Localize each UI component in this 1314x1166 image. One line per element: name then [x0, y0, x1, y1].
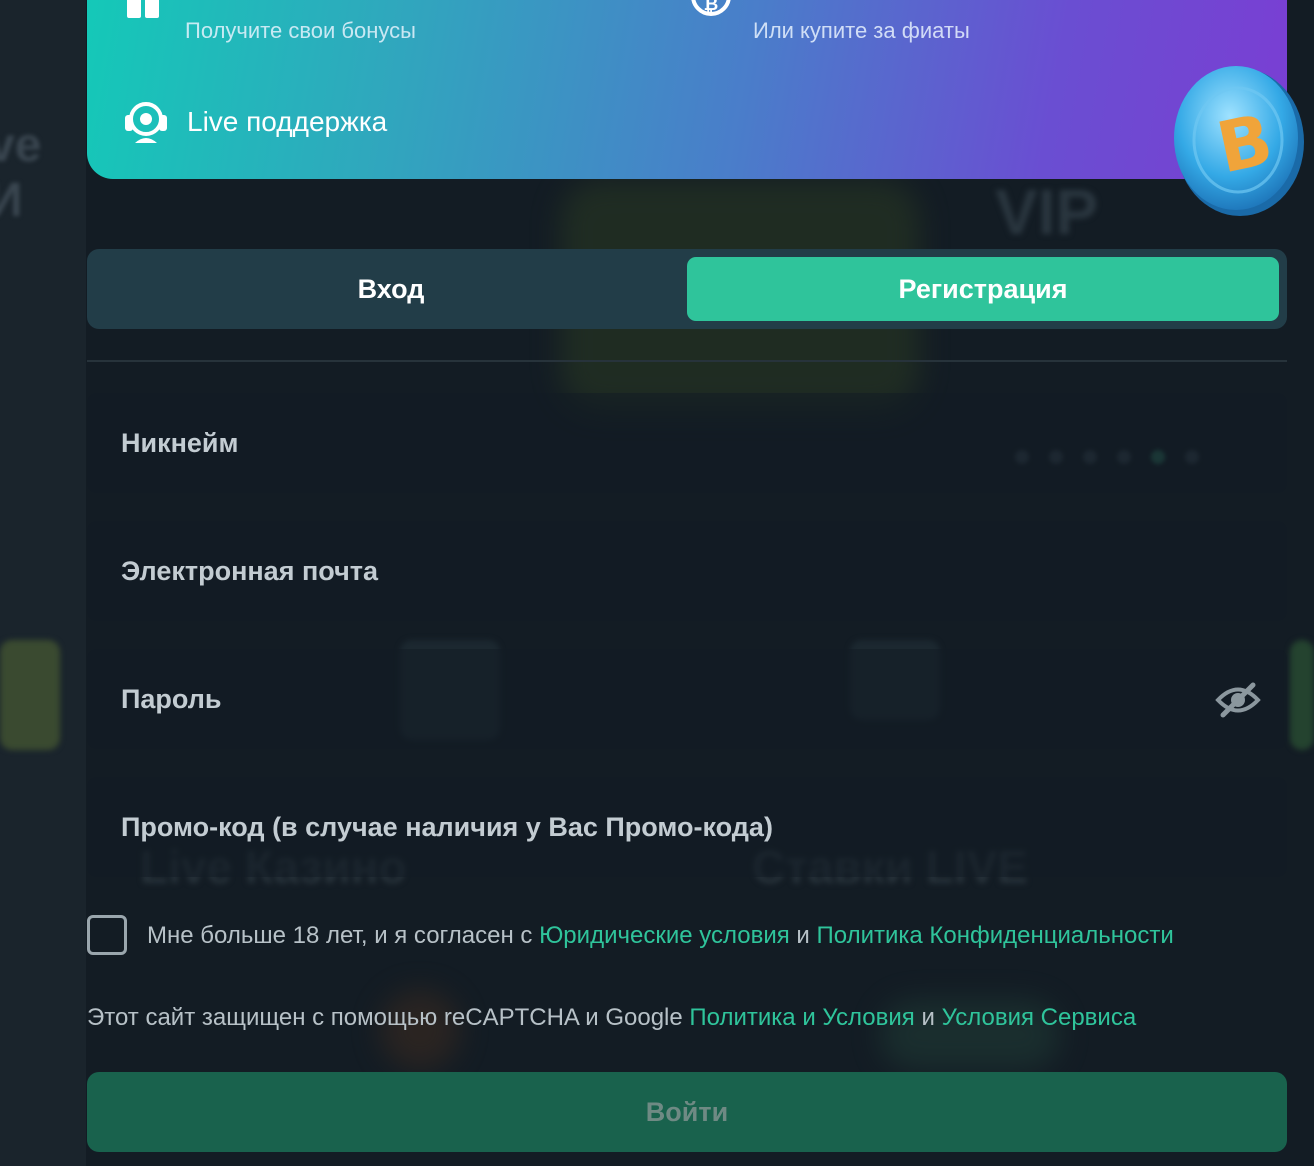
submit-button[interactable]: Войти — [87, 1072, 1287, 1152]
password-field[interactable]: Пароль — [87, 649, 1287, 749]
background-sidebar: ve И — [0, 0, 86, 1166]
headset-icon — [125, 102, 167, 143]
eye-slash-icon[interactable] — [1215, 681, 1261, 719]
privacy-policy-link[interactable]: Политика Конфиденциальности — [817, 922, 1174, 949]
bitcoin-exchange-icon: ₿ — [691, 0, 731, 16]
legal-terms-link[interactable]: Юридические условия — [539, 922, 790, 949]
background-game-card — [1290, 640, 1314, 750]
gift-icon — [127, 0, 159, 18]
age-terms-checkbox[interactable] — [87, 915, 127, 955]
agreement-text: Мне больше 18 лет, и я согласен с Юридич… — [147, 922, 1174, 950]
email-field[interactable]: Электронная почта — [87, 521, 1287, 621]
auth-tabs: Вход Регистрация — [87, 249, 1287, 329]
bitcoin-coin-icon: B — [1174, 66, 1304, 216]
background-game-card — [0, 640, 60, 750]
promo-banner: Получите свои бонусы ₿ Или купите за фиа… — [87, 0, 1287, 179]
recaptcha-notice: Этот сайт защищен с помощью reCAPTCHA и … — [87, 1004, 1136, 1032]
promo-code-field[interactable]: Промо-код (в случае наличия у Вас Промо-… — [87, 777, 1287, 877]
recaptcha-and: и — [914, 1004, 942, 1031]
background-sidebar-text: ve И — [0, 119, 42, 227]
banner-fiat-subtitle: Или купите за фиаты — [753, 18, 970, 43]
live-support-label: Live поддержка — [187, 106, 388, 137]
email-label: Электронная почта — [121, 555, 379, 586]
tab-register[interactable]: Регистрация — [687, 257, 1279, 321]
nickname-label: Никнейм — [121, 427, 239, 458]
svg-text:₿: ₿ — [704, 0, 719, 15]
live-support-row[interactable]: Live поддержка — [123, 97, 387, 147]
banner-bonus-subtitle: Получите свои бонусы — [185, 18, 416, 43]
recaptcha-text: Этот сайт защищен с помощью reCAPTCHA и … — [87, 1004, 690, 1031]
google-terms-link[interactable]: Условия Сервиса — [942, 1004, 1137, 1031]
tab-login[interactable]: Вход — [95, 257, 687, 321]
agreement-and: и — [789, 922, 817, 949]
promo-code-label: Промо-код (в случае наличия у Вас Промо-… — [121, 811, 773, 842]
divider — [87, 360, 1287, 362]
agreement-text-start: Мне больше 18 лет, и я согласен с — [147, 922, 540, 949]
background-vip-text: VIP — [995, 176, 1099, 248]
nickname-field[interactable]: Никнейм — [87, 393, 1287, 493]
google-policy-link[interactable]: Политика и Условия — [689, 1004, 914, 1031]
password-label: Пароль — [121, 683, 222, 714]
